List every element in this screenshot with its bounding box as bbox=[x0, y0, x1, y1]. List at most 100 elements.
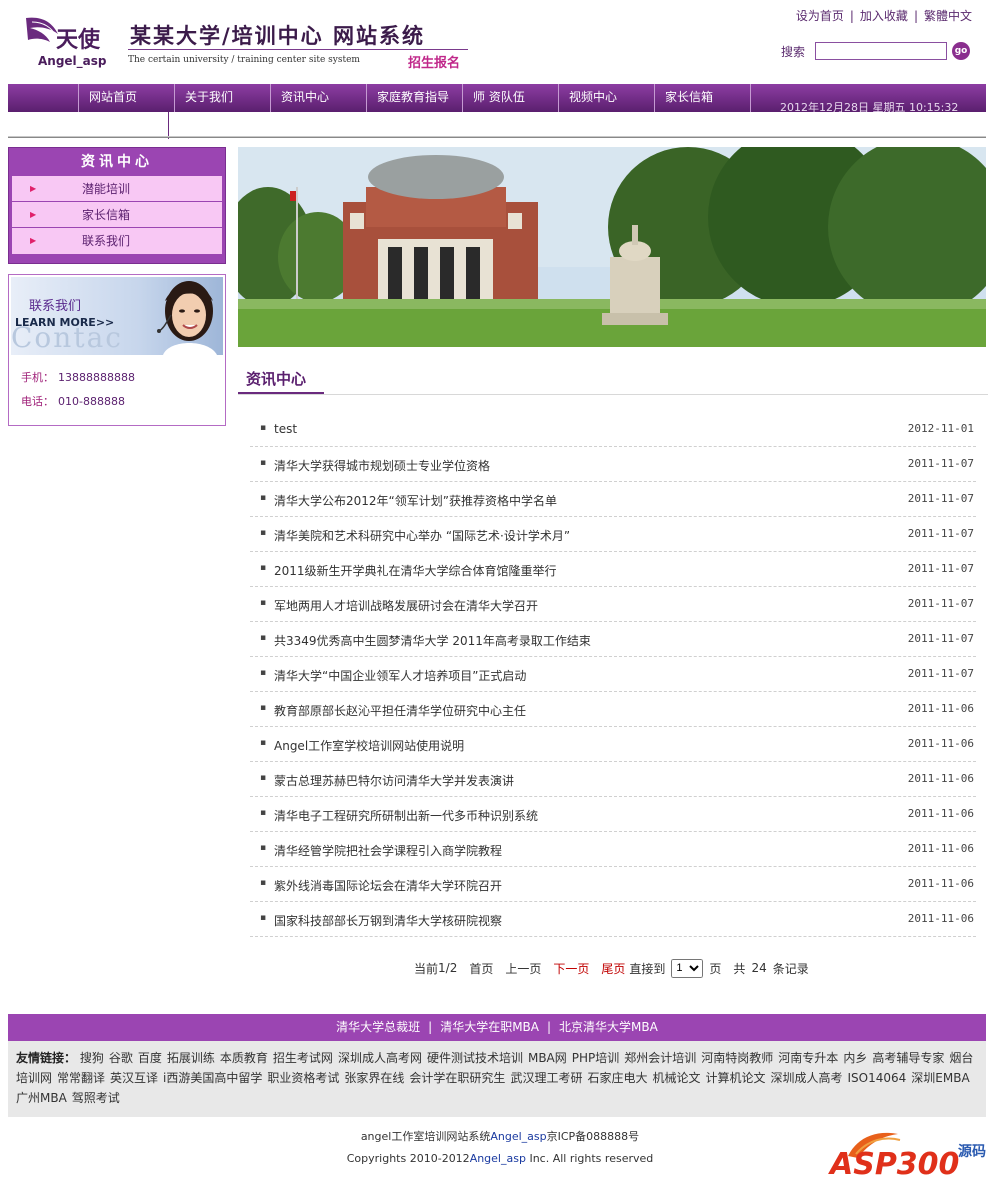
friend-link[interactable]: 招生考试网 bbox=[273, 1051, 333, 1065]
friend-links-label: 友情链接： bbox=[16, 1051, 77, 1065]
pager-page-suffix: 页 bbox=[709, 961, 722, 976]
news-date: 2011-11-06 bbox=[907, 912, 974, 925]
friend-link[interactable]: 英汉互译 bbox=[110, 1071, 158, 1085]
friend-link[interactable]: 驾照考试 bbox=[72, 1091, 120, 1105]
list-item: ▪ test 2012-11-01 bbox=[250, 412, 976, 447]
nav-item-about[interactable]: 关于我们 bbox=[174, 84, 233, 112]
footer-link[interactable]: 清华大学在职MBA bbox=[440, 1020, 539, 1034]
pager-next-link[interactable]: 下一页 bbox=[553, 960, 589, 977]
friend-link[interactable]: 石家庄电大 bbox=[587, 1071, 647, 1085]
friend-link[interactable]: 硬件测试技术培训 bbox=[427, 1051, 523, 1065]
friend-link[interactable]: i西游美国高中留学 bbox=[163, 1071, 262, 1085]
arrow-right-icon: ▶ bbox=[30, 236, 37, 245]
campus-banner-image bbox=[238, 147, 986, 347]
news-title-link[interactable]: 国家科技部部长万钢到清华大学核研院视察 bbox=[274, 912, 502, 929]
friend-link[interactable]: 河南特岗教师 bbox=[701, 1051, 773, 1065]
pager-prev-link[interactable]: 上一页 bbox=[505, 960, 541, 977]
list-item: ▪ 清华大学“中国企业领军人才培养项目”正式启动 2011-11-07 bbox=[250, 657, 976, 692]
list-item: ▪ 紫外线消毒国际论坛会在清华大学环院召开 2011-11-06 bbox=[250, 867, 976, 902]
list-item: ▪ 清华电子工程研究所研制出新一代多币种识别系统 2011-11-06 bbox=[250, 797, 976, 832]
copyright-prefix: Copyrights 2010-2012 bbox=[346, 1152, 470, 1165]
news-title-link[interactable]: 清华大学公布2012年“领军计划”获推荐资格中学名单 bbox=[274, 492, 557, 509]
arrow-right-icon: ▶ bbox=[30, 210, 37, 219]
friend-link[interactable]: 高考辅导专家 bbox=[872, 1051, 944, 1065]
news-title-link[interactable]: 清华美院和艺术科研究中心举办 “国际艺术·设计学术月” bbox=[274, 527, 570, 544]
news-title-link[interactable]: Angel工作室学校培训网站使用说明 bbox=[274, 737, 464, 754]
nav-date-time: 2012年12月28日 星期五 10:15:32 bbox=[780, 101, 959, 112]
friend-link[interactable]: 计算机论文 bbox=[705, 1071, 765, 1085]
sidebar-item-contact-us[interactable]: ▶ 联系我们 bbox=[12, 228, 222, 254]
friend-link[interactable]: 张家界在线 bbox=[344, 1071, 404, 1085]
friend-link[interactable]: 会计学在职研究生 bbox=[409, 1071, 505, 1085]
friend-link[interactable]: MBA网 bbox=[528, 1051, 567, 1065]
news-title-link[interactable]: 教育部原部长赵沁平担任清华学位研究中心主任 bbox=[274, 702, 526, 719]
friend-link[interactable]: 广州MBA bbox=[16, 1091, 67, 1105]
news-title-link[interactable]: 2011级新生开学典礼在清华大学综合体育馆隆重举行 bbox=[274, 562, 557, 579]
nav-divider bbox=[750, 84, 751, 112]
friend-link[interactable]: 常常翻译 bbox=[57, 1071, 105, 1085]
site-logo[interactable]: 天使 Angel_asp 某某大学/培训中心 网站系统 The certain … bbox=[20, 10, 480, 76]
news-title-link[interactable]: 蒙古总理苏赫巴特尔访问清华大学并发表演讲 bbox=[274, 772, 514, 789]
pager-page-select[interactable]: 1 bbox=[671, 958, 704, 978]
traditional-chinese-link[interactable]: 繁體中文 bbox=[924, 9, 972, 23]
friend-link[interactable]: 内乡 bbox=[843, 1051, 867, 1065]
friend-link[interactable]: 武汉理工考研 bbox=[510, 1071, 582, 1085]
nav-item-family-education[interactable]: 家庭教育指导 bbox=[366, 84, 449, 112]
news-date: 2011-11-07 bbox=[907, 597, 974, 610]
list-item: ▪ 清华大学获得城市规划硕士专业学位资格 2011-11-07 bbox=[250, 447, 976, 482]
news-title-link[interactable]: 清华大学“中国企业领军人才培养项目”正式启动 bbox=[274, 667, 526, 684]
nav-item-news[interactable]: 资讯中心 bbox=[270, 84, 329, 112]
news-title-link[interactable]: 清华电子工程研究所研制出新一代多币种识别系统 bbox=[274, 807, 538, 824]
pager-first-link[interactable]: 首页 bbox=[469, 960, 493, 977]
friend-link[interactable]: 百度 bbox=[138, 1051, 162, 1065]
friend-link[interactable]: 拓展训练 bbox=[167, 1051, 215, 1065]
sidebar-item-label: 家长信箱 bbox=[82, 208, 131, 222]
friend-link[interactable]: 河南专升本 bbox=[778, 1051, 838, 1065]
footer-link[interactable]: 北京清华大学MBA bbox=[559, 1020, 658, 1034]
friend-link[interactable]: 深圳EMBA bbox=[911, 1071, 969, 1085]
friend-link[interactable]: 谷歌 bbox=[109, 1051, 133, 1065]
bullet-icon: ▪ bbox=[260, 563, 267, 573]
copyright-suffix: Inc. All rights reserved bbox=[525, 1152, 654, 1165]
news-title-link[interactable]: test bbox=[274, 422, 297, 436]
learn-more-link[interactable]: LEARN MORE>> bbox=[15, 316, 114, 329]
go-button[interactable]: go bbox=[952, 42, 971, 60]
add-favorite-link[interactable]: 加入收藏 bbox=[860, 9, 908, 23]
news-title-link[interactable]: 共3349优秀高中生圆梦清华大学 2011年高考录取工作结束 bbox=[274, 632, 591, 649]
bullet-icon: ▪ bbox=[260, 493, 267, 503]
bullet-icon: ▪ bbox=[260, 528, 267, 538]
friend-link[interactable]: 深圳成人高考 bbox=[771, 1071, 843, 1085]
contact-banner[interactable]: Contac 联系我们 LEARN MORE>> bbox=[11, 277, 223, 355]
friend-link[interactable]: 本质教育 bbox=[220, 1051, 268, 1065]
customer-service-agent-image bbox=[157, 281, 217, 355]
pager-last-link[interactable]: 尾页 bbox=[601, 960, 625, 977]
search-input[interactable] bbox=[815, 42, 948, 60]
friend-link[interactable]: 职业资格考试 bbox=[267, 1071, 339, 1085]
nav-item-parent-mailbox[interactable]: 家长信箱 bbox=[654, 84, 713, 112]
logo-english-text: Angel_asp bbox=[38, 54, 107, 68]
nav-item-teachers[interactable]: 师 资队伍 bbox=[462, 84, 525, 112]
main-nav: 网站首页 关于我们 资讯中心 家庭教育指导 师 资队伍 视频中心 家长信箱 20… bbox=[8, 84, 986, 112]
copyright-brand-link[interactable]: Angel_asp bbox=[470, 1152, 526, 1165]
sidebar-item-parent-mailbox[interactable]: ▶ 家长信箱 bbox=[12, 202, 222, 228]
news-title-link[interactable]: 清华大学获得城市规划硕士专业学位资格 bbox=[274, 457, 490, 474]
news-date: 2011-11-07 bbox=[907, 667, 974, 680]
nav-item-video[interactable]: 视频中心 bbox=[558, 84, 617, 112]
footer-icp-text: 京ICP备088888号 bbox=[546, 1130, 640, 1143]
news-title-link[interactable]: 紫外线消毒国际论坛会在清华大学环院召开 bbox=[274, 877, 502, 894]
news-list: ▪ test 2012-11-01 ▪ 清华大学获得城市规划硕士专业学位资格 2011-… bbox=[250, 412, 976, 937]
news-title-link[interactable]: 军地两用人才培训战略发展研讨会在清华大学召开 bbox=[274, 597, 538, 614]
nav-item-home[interactable]: 网站首页 bbox=[78, 84, 137, 112]
set-homepage-link[interactable]: 设为首页 bbox=[796, 9, 844, 23]
news-title-link[interactable]: 清华经管学院把社会学课程引入商学院教程 bbox=[274, 842, 502, 859]
friend-link[interactable]: ISO14064 bbox=[848, 1071, 907, 1085]
footer-brand-link[interactable]: Angel_asp bbox=[490, 1130, 546, 1143]
friend-link[interactable]: 搜狗 bbox=[80, 1051, 104, 1065]
footer-link[interactable]: 清华大学总裁班 bbox=[336, 1020, 420, 1034]
sidebar-item-potential-training[interactable]: ▶ 潜能培训 bbox=[12, 176, 222, 202]
enroll-link[interactable]: 招生报名 bbox=[408, 52, 460, 71]
friend-link[interactable]: 机械论文 bbox=[652, 1071, 700, 1085]
friend-link[interactable]: PHP培训 bbox=[572, 1051, 620, 1065]
friend-link[interactable]: 郑州会计培训 bbox=[624, 1051, 696, 1065]
friend-link[interactable]: 深圳成人高考网 bbox=[338, 1051, 422, 1065]
